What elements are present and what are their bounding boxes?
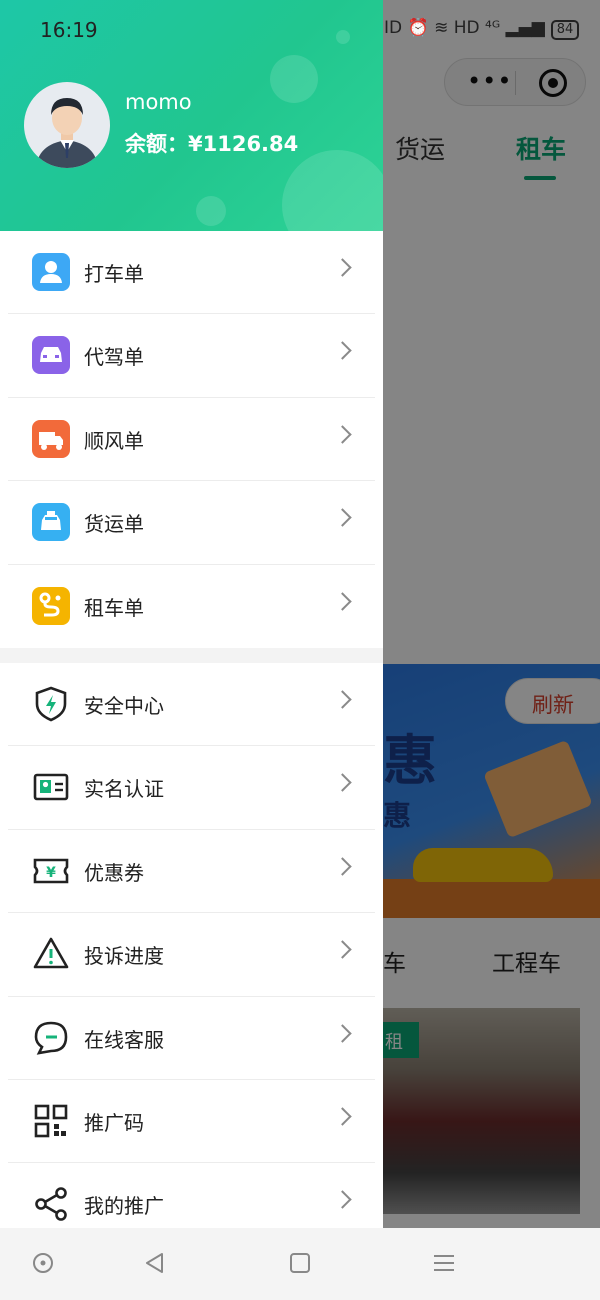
menu-label: 打车单 <box>84 262 144 286</box>
menu-item-real-name-verification[interactable]: 实名认证 <box>8 746 375 830</box>
chevron-right-icon <box>333 773 352 793</box>
user-avatar[interactable] <box>24 82 110 168</box>
chevron-right-icon <box>333 857 352 876</box>
balance: 余额：¥1126.84 <box>125 128 298 158</box>
orders-menu: 打车单 代驾单 顺风单 货运单 租车单 <box>0 231 383 648</box>
route-icon <box>32 586 70 625</box>
chevron-right-icon <box>333 591 352 611</box>
menu-item-promo-code[interactable]: 推广码 <box>8 1080 375 1164</box>
group-divider <box>0 647 383 663</box>
svg-text:¥: ¥ <box>46 865 56 881</box>
menu-label: 推广码 <box>84 1110 144 1135</box>
chevron-right-icon <box>333 1023 352 1043</box>
menu-item-freight-orders[interactable]: 货运单 <box>8 481 375 565</box>
menu-item-rental-orders[interactable]: 租车单 <box>8 565 375 648</box>
chevron-right-icon <box>333 508 352 527</box>
shield-icon <box>35 686 67 722</box>
menu-item-chauffeur-orders[interactable]: 代驾单 <box>8 314 375 398</box>
chevron-right-icon <box>333 1190 352 1209</box>
system-nav-bar <box>0 1228 600 1300</box>
menu-label: 优惠券 <box>84 860 144 885</box>
warning-icon <box>33 937 69 969</box>
side-drawer: momo 余额：¥1126.84 打车单 代驾单 顺风单 货运单 租车单 安全中… <box>0 0 383 1228</box>
header-bubble <box>336 30 350 44</box>
share-icon <box>35 1187 67 1222</box>
balance-value: ¥1126.84 <box>188 132 299 156</box>
header-bubble <box>196 196 226 226</box>
menu-label: 实名认证 <box>84 777 164 802</box>
menu-label: 安全中心 <box>84 693 164 718</box>
coupon-icon: ¥ <box>33 858 69 884</box>
header-bubble <box>282 150 383 231</box>
menu-label: 在线客服 <box>84 1027 164 1052</box>
chauffeur-car-icon <box>32 336 70 375</box>
menu-item-complaint-progress[interactable]: 投诉进度 <box>8 913 375 997</box>
menu-item-coupons[interactable]: ¥ 优惠券 <box>8 830 375 914</box>
chevron-right-icon <box>333 940 352 959</box>
back-icon[interactable] <box>142 1250 168 1276</box>
chat-icon <box>34 1021 68 1055</box>
truck-icon <box>32 419 70 458</box>
id-card-icon <box>33 774 69 801</box>
user-name: momo <box>125 90 192 114</box>
passenger-icon <box>32 253 70 291</box>
menu-item-my-promotions[interactable]: 我的推广 <box>8 1163 375 1228</box>
menu-label: 代驾单 <box>84 345 144 370</box>
services-menu: 安全中心 实名认证 ¥ 优惠券 投诉进度 在线客服 推广码 我的推广 <box>0 662 383 1228</box>
qr-code-icon <box>34 1104 68 1138</box>
balance-label: 余额： <box>125 132 188 156</box>
menu-label: 顺风单 <box>84 428 144 453</box>
drawer-header: momo 余额：¥1126.84 <box>0 0 383 231</box>
chevron-right-icon <box>333 258 352 277</box>
circle-button-icon[interactable] <box>30 1250 56 1276</box>
menu-label: 投诉进度 <box>84 944 164 969</box>
chevron-right-icon <box>333 1107 352 1126</box>
avatar-person-icon <box>36 98 98 168</box>
menu-icon[interactable] <box>431 1250 457 1276</box>
menu-label: 货运单 <box>84 512 144 537</box>
home-icon[interactable] <box>287 1250 313 1276</box>
menu-item-ride-share-orders[interactable]: 顺风单 <box>8 398 375 482</box>
menu-label: 租车单 <box>84 595 144 620</box>
header-bubble <box>270 55 318 103</box>
chevron-right-icon <box>333 425 352 444</box>
chevron-right-icon <box>333 690 352 709</box>
taxi-icon <box>32 503 70 542</box>
menu-item-online-service[interactable]: 在线客服 <box>8 997 375 1080</box>
menu-item-taxi-orders[interactable]: 打车单 <box>8 231 375 315</box>
menu-item-safety-center[interactable]: 安全中心 <box>8 663 375 747</box>
menu-label: 我的推广 <box>84 1194 164 1219</box>
chevron-right-icon <box>333 341 352 361</box>
